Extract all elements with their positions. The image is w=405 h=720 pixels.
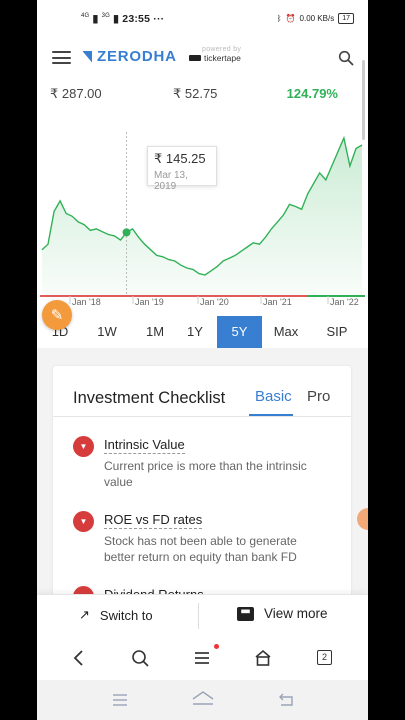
tab-range-max[interactable]: Max [261, 316, 311, 348]
back-button-icon[interactable] [277, 692, 297, 708]
more-notifications-icon: ··· [153, 13, 165, 25]
status-right: ᛒ ⏰ 0.00 KB/s 17 [277, 13, 354, 24]
bluetooth-icon: ᛒ [276, 14, 282, 23]
tickertape-icon: ▀▀ [237, 606, 254, 621]
brand-logo[interactable]: ZERODHA [82, 48, 177, 65]
signal-icon: ▮ [92, 13, 99, 25]
checklist-item-desc: Stock has not been able to generate bett… [104, 534, 297, 564]
menu-icon[interactable] [52, 51, 71, 64]
tab-basic[interactable]: Basic [255, 388, 292, 405]
divider [53, 416, 351, 417]
system-nav-bar [37, 680, 368, 720]
stat-change: 124.79% [286, 86, 338, 101]
network-label-2: 3G [101, 13, 111, 19]
price-stats: ₹ 287.00 ₹ 52.75 124.79% [37, 86, 368, 106]
brand-name: ZERODHA [97, 48, 177, 65]
tab-range-1y[interactable]: 1Y [179, 316, 211, 348]
checklist-item-desc: Current price is more than the intrinsic… [104, 459, 307, 489]
bottom-action-bar: ↗ Switch to ▀▀ View more [37, 594, 368, 636]
browser-nav-bar: 2 [37, 636, 368, 680]
tooltip-date: Mar 13, 2019 [154, 170, 188, 192]
arrow-up-right-icon: ↗ [79, 607, 90, 622]
status-bar: 4G ▮ 3G ▮ 23:55 ··· ᛒ ⏰ 0.00 KB/s 17 [37, 0, 368, 38]
tooltip-price: ₹ 145.25 [154, 151, 206, 166]
switch-to-button[interactable]: ↗ Switch to [79, 607, 153, 623]
chart-highlight-point [122, 228, 131, 237]
view-more-button[interactable]: ▀▀ View more [237, 606, 328, 621]
tab-pro[interactable]: Pro [307, 388, 330, 405]
time-range-tabs: 1D 1W 1M 1Y 5Y Max SIP [37, 316, 368, 348]
checklist-item-title[interactable]: Intrinsic Value [104, 436, 185, 454]
switch-to-label: Switch to [99, 607, 153, 623]
tickertape-logo-icon [189, 55, 201, 61]
search-icon[interactable] [338, 50, 354, 66]
stat-low: ₹ 287.00 [50, 86, 102, 101]
status-time: 23:55 [122, 13, 151, 25]
x-axis-tick-label: Jan '19 [135, 297, 164, 307]
battery-icon: 17 [338, 13, 354, 24]
alarm-icon: ⏰ [285, 14, 296, 23]
phone-screen: 4G ▮ 3G ▮ 23:55 ··· ᛒ ⏰ 0.00 KB/s 17 ZER… [37, 0, 368, 720]
back-icon[interactable] [69, 648, 89, 668]
tab-range-1m[interactable]: 1M [137, 316, 173, 348]
chart-tooltip: ₹ 145.25 Mar 13, 2019 [147, 146, 217, 192]
investment-checklist-card: Investment Checklist Basic Pro ▼ Intrins… [53, 366, 351, 607]
caret-down-icon: ▼ [73, 511, 94, 532]
x-axis-tick-label: Jan '22 [330, 297, 359, 307]
recent-apps-icon[interactable] [110, 692, 130, 708]
action-divider [198, 603, 199, 629]
checklist-title: Investment Checklist [73, 389, 226, 407]
network-label: 4G [81, 13, 90, 19]
search-icon[interactable] [130, 648, 150, 668]
tab-range-5y[interactable]: 5Y [217, 316, 262, 348]
stat-high: ₹ 52.75 [173, 86, 218, 101]
signal-icon-2: ▮ [113, 13, 120, 25]
x-axis-tick-label: Jan '21 [263, 297, 292, 307]
status-left: 4G ▮ 3G ▮ 23:55 ··· [81, 13, 164, 25]
x-axis-tick-label: Jan '20 [200, 297, 229, 307]
home-icon[interactable] [253, 648, 273, 668]
price-chart[interactable]: Jan '18 Jan '19 Jan '20 Jan '21 Jan '22 [37, 110, 368, 310]
edit-icon[interactable]: ✎ [42, 300, 72, 330]
powered-by: powered by tickertape [189, 46, 241, 63]
zerodha-logo-icon [82, 50, 92, 63]
app-header: ZERODHA powered by tickertape [37, 38, 368, 78]
home-button-icon[interactable] [191, 690, 215, 708]
net-speed: 0.00 KB/s [299, 14, 335, 23]
menu-icon[interactable] [192, 648, 212, 668]
view-more-label: View more [264, 606, 328, 621]
notification-dot [214, 644, 219, 649]
partner-name: tickertape [204, 53, 241, 63]
tab-range-sip[interactable]: SIP [317, 316, 357, 348]
tab-count[interactable]: 2 [317, 650, 332, 665]
caret-down-icon: ▼ [73, 436, 94, 457]
checklist-item-title[interactable]: ROE vs FD rates [104, 511, 203, 529]
tab-range-1w[interactable]: 1W [92, 316, 122, 348]
x-axis-tick-label: Jan '18 [72, 297, 101, 307]
powered-by-label: powered by [202, 46, 242, 53]
